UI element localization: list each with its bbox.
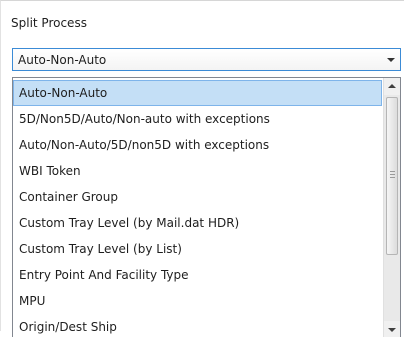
option-mpu[interactable]: MPU xyxy=(13,288,382,314)
option-origin-dest-ship[interactable]: Origin/Dest Ship xyxy=(13,314,382,337)
arrow-down-icon xyxy=(388,328,396,332)
option-container-group[interactable]: Container Group xyxy=(13,184,382,210)
thumb-grip-icon xyxy=(390,177,395,178)
combobox-selected-value: Auto-Non-Auto xyxy=(18,53,107,67)
option-custom-tray-level-maildat-hdr[interactable]: Custom Tray Level (by Mail.dat HDR) xyxy=(13,210,382,236)
arrow-up-icon xyxy=(388,84,396,88)
option-auto-non-auto[interactable]: Auto-Non-Auto xyxy=(13,80,382,106)
scroll-down-button[interactable] xyxy=(384,321,400,337)
vertical-scrollbar[interactable] xyxy=(383,78,400,337)
option-5d-non5d-auto-non-auto-exceptions[interactable]: 5D/Non5D/Auto/Non-auto with exceptions xyxy=(13,106,382,132)
option-auto-non-auto-5d-non5d-exceptions[interactable]: Auto/Non-Auto/5D/non5D with exceptions xyxy=(13,132,382,158)
scroll-up-button[interactable] xyxy=(384,78,400,95)
option-entry-point-facility-type[interactable]: Entry Point And Facility Type xyxy=(13,262,382,288)
split-process-combobox[interactable]: Auto-Non-Auto xyxy=(12,48,401,71)
option-custom-tray-level-list[interactable]: Custom Tray Level (by List) xyxy=(13,236,382,262)
scrollbar-thumb[interactable] xyxy=(386,97,398,255)
split-process-panel: Split Process Auto-Non-Auto Auto-Non-Aut… xyxy=(0,0,404,337)
option-wbi-token[interactable]: WBI Token xyxy=(13,158,382,184)
thumb-grip-icon xyxy=(390,171,395,172)
option-list: Auto-Non-Auto 5D/Non5D/Auto/Non-auto wit… xyxy=(13,80,382,337)
split-process-label: Split Process xyxy=(11,16,87,30)
chevron-down-icon[interactable] xyxy=(387,58,395,62)
split-process-dropdown-list: Auto-Non-Auto 5D/Non5D/Auto/Non-auto wit… xyxy=(12,77,401,337)
thumb-grip-icon xyxy=(390,174,395,175)
